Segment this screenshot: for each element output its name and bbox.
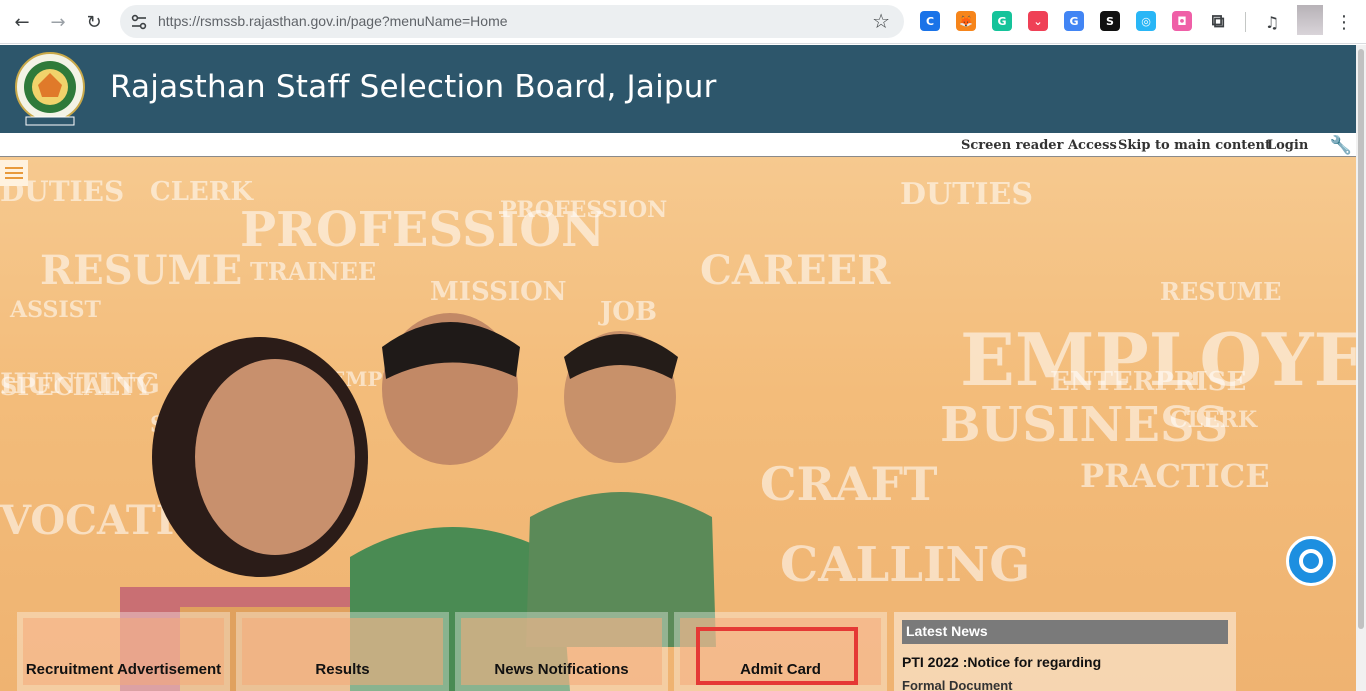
latest-news-heading: Latest News	[906, 623, 988, 639]
hero-background-word: PROFESSION	[500, 197, 668, 223]
latest-news-heading-bar: Latest News	[902, 620, 1228, 644]
browser-toolbar: ← → ↻ https://rsmssb.rajasthan.gov.in/pa…	[0, 0, 1366, 44]
accessibility-widget-icon[interactable]	[1286, 536, 1336, 586]
hero-background-word: CRAFT	[760, 457, 938, 511]
grammarly-icon[interactable]: G	[992, 11, 1012, 31]
kebab-menu-icon[interactable]: ⋮	[1330, 8, 1358, 36]
media-control-icon[interactable]: ♫	[1258, 8, 1286, 36]
hero-background-word: CLERK	[1170, 407, 1258, 433]
back-icon[interactable]: ←	[8, 8, 36, 36]
hero-background-word: MISSION	[430, 277, 567, 307]
tile-label: News Notifications	[494, 661, 629, 678]
metamask-icon[interactable]: 🦊	[956, 11, 976, 31]
bookmark-star-icon[interactable]: ☆	[872, 9, 890, 33]
site-header: Rajasthan Staff Selection Board, Jaipur	[0, 45, 1356, 133]
site-settings-icon[interactable]	[130, 13, 148, 31]
utility-bar: Screen reader Access Skip to main conten…	[0, 133, 1356, 157]
hero-banner: DUTIES CLERK PROFESSION RESUME TRAINEE MISSIO…	[0, 157, 1356, 691]
copyright-extension-icon[interactable]: C	[920, 11, 940, 31]
latest-news-panel: Latest News PTI 2022 :Notice for regardi…	[894, 612, 1236, 691]
admit-card-highlight-box	[696, 627, 858, 685]
login-link[interactable]: Login	[1267, 138, 1308, 153]
hero-background-word: DUTIES	[900, 177, 1034, 212]
man-figure-image	[526, 331, 716, 647]
hero-background-word: RESUME	[40, 247, 243, 294]
hero-background-word: CALLING	[780, 537, 1031, 593]
hamburger-menu-icon[interactable]	[0, 160, 28, 186]
profile-avatar[interactable]	[1297, 5, 1323, 35]
google-translate-icon[interactable]: G	[1064, 11, 1084, 31]
hero-background-word: ENTERPRISE	[1050, 367, 1247, 397]
wrench-icon[interactable]: 🔧	[1326, 134, 1356, 156]
hero-background-word: CLERK	[150, 177, 253, 207]
tile-label: Recruitment Advertisement	[25, 661, 222, 678]
pocket-icon[interactable]: ⌄	[1028, 11, 1048, 31]
news-notifications-tile[interactable]: News Notifications	[455, 612, 668, 691]
results-tile[interactable]: Results	[236, 612, 449, 691]
address-bar[interactable]: https://rsmssb.rajasthan.gov.in/page?men…	[120, 5, 904, 38]
forward-icon[interactable]: →	[44, 8, 72, 36]
url-text[interactable]: https://rsmssb.rajasthan.gov.in/page?men…	[158, 13, 508, 29]
site-title: Rajasthan Staff Selection Board, Jaipur	[110, 69, 717, 105]
rsmssb-emblem-logo[interactable]	[12, 51, 88, 129]
screen-reader-link[interactable]: Screen reader Access	[961, 138, 1117, 153]
skip-to-content-link[interactable]: Skip to main content	[1118, 138, 1271, 153]
tile-label: Results	[315, 661, 370, 678]
s-extension-icon[interactable]: S	[1100, 11, 1120, 31]
news-item-link[interactable]: Formal Document	[902, 678, 1228, 691]
hero-background-word: RESUME	[1160, 277, 1282, 306]
page-scrollbar[interactable]	[1356, 45, 1366, 691]
hero-background-word: ASSIST	[10, 297, 101, 323]
camera-extension-icon[interactable]: ◘	[1172, 11, 1192, 31]
recruitment-advertisement-tile[interactable]: Recruitment Advertisement	[17, 612, 230, 691]
puzzle-extensions-icon[interactable]: ⧉	[1208, 11, 1228, 32]
news-item-link[interactable]: PTI 2022 :Notice for regarding	[902, 654, 1101, 670]
reload-icon[interactable]: ↻	[80, 8, 108, 36]
circle-extension-icon[interactable]: ◎	[1136, 11, 1156, 31]
hero-background-word: TRAINEE	[250, 257, 377, 286]
hero-background-word: PRACTICE	[1080, 457, 1270, 495]
hero-background-word: CAREER	[700, 247, 891, 294]
toolbar-divider	[1245, 12, 1246, 32]
